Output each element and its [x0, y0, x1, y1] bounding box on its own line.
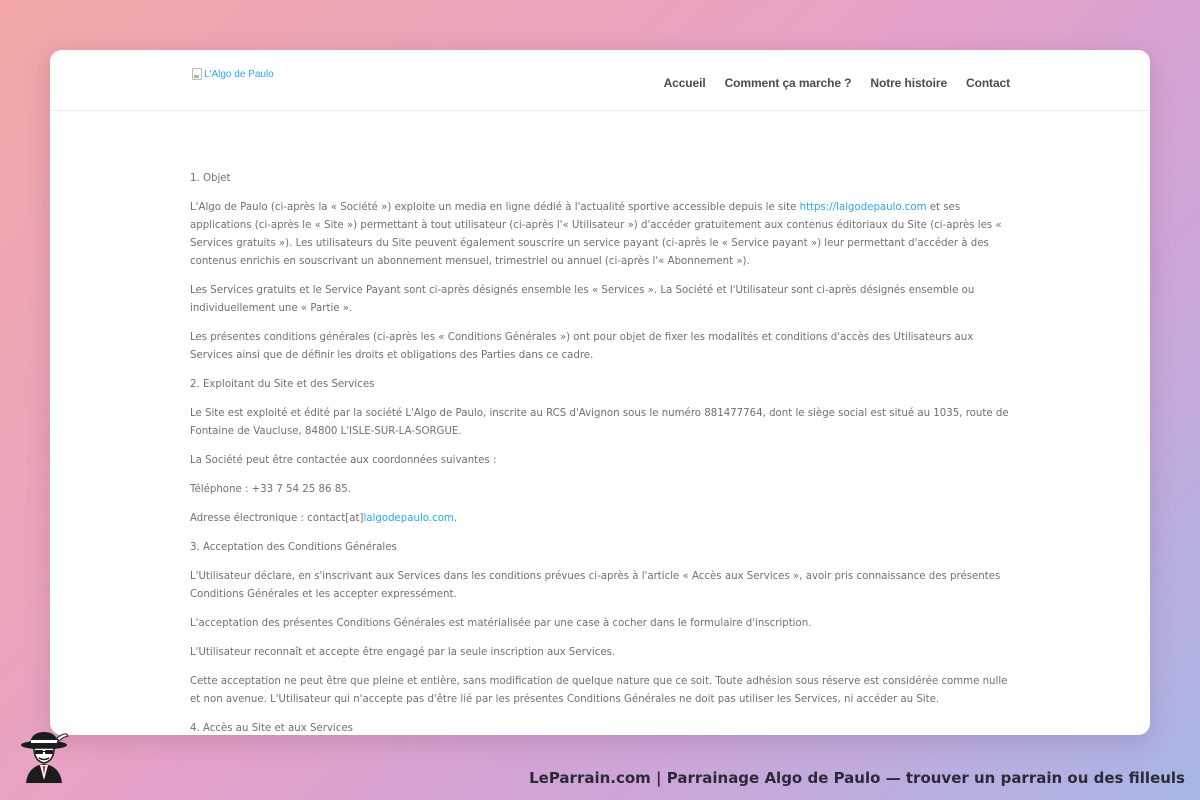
paragraph-acceptation-declaration: L'Utilisateur déclare, en s'inscrivant a…: [190, 571, 1001, 600]
paragraph-acceptation-checkbox: L'acceptation des présentes Conditions G…: [190, 618, 812, 629]
footer-caption: LeParrain.com | Parrainage Algo de Paulo…: [529, 769, 1185, 787]
main-nav: Accueil Comment ça marche ? Notre histoi…: [664, 76, 1011, 90]
section-title-exploitant: 2. Exploitant du Site et des Services: [190, 379, 375, 390]
paragraph-text: .: [453, 513, 458, 524]
email-domain-link[interactable]: lalgodepaulo.com: [363, 513, 453, 524]
section-title-acceptation: 3. Acceptation des Conditions Générales: [190, 542, 397, 553]
section-title-objet: 1. Objet: [190, 173, 231, 184]
broken-image-icon: [192, 68, 202, 80]
logo-alt-text: L'Algo de Paulo: [204, 68, 274, 80]
paragraph-contact-intro: La Société peut être contactée aux coord…: [190, 455, 497, 466]
nav-item-comment-ca-marche[interactable]: Comment ça marche ?: [725, 76, 852, 90]
browser-page: L'Algo de Paulo Accueil Comment ça march…: [50, 50, 1150, 735]
site-logo[interactable]: L'Algo de Paulo: [192, 68, 274, 80]
nav-item-notre-histoire[interactable]: Notre histoire: [870, 76, 947, 90]
paragraph-text: Adresse électronique : contact[at]: [190, 513, 364, 524]
paragraph-text: L'Algo de Paulo (ci-après la « Société »…: [190, 202, 800, 213]
paragraph-services-definition: Les Services gratuits et le Service Paya…: [190, 285, 975, 314]
site-link[interactable]: https://lalgodepaulo.com: [800, 202, 927, 213]
godfather-mascot-icon: [21, 732, 69, 783]
nav-item-contact[interactable]: Contact: [966, 76, 1010, 90]
paragraph-acceptation-engagement: L'Utilisateur reconnaît et accepte être …: [190, 647, 616, 658]
paragraph-email: Adresse électronique : contact[at]lalgod…: [190, 510, 1010, 528]
nav-item-accueil[interactable]: Accueil: [664, 76, 706, 90]
paragraph-conditions-purpose: Les présentes conditions générales (ci-a…: [190, 332, 974, 361]
paragraph-telephone: Téléphone : +33 7 54 25 86 85.: [190, 484, 351, 495]
paragraph-acceptation-entiere: Cette acceptation ne peut être que plein…: [190, 676, 1008, 705]
paragraph-exploitant: Le Site est exploité et édité par la soc…: [190, 408, 1009, 437]
site-header: L'Algo de Paulo Accueil Comment ça march…: [50, 50, 1150, 111]
paragraph-objet-intro: L'Algo de Paulo (ci-après la « Société »…: [190, 199, 1010, 271]
terms-content: 1. Objet L'Algo de Paulo (ci-après la « …: [190, 170, 1010, 735]
section-title-acces: 4. Accès au Site et aux Services: [190, 723, 353, 734]
